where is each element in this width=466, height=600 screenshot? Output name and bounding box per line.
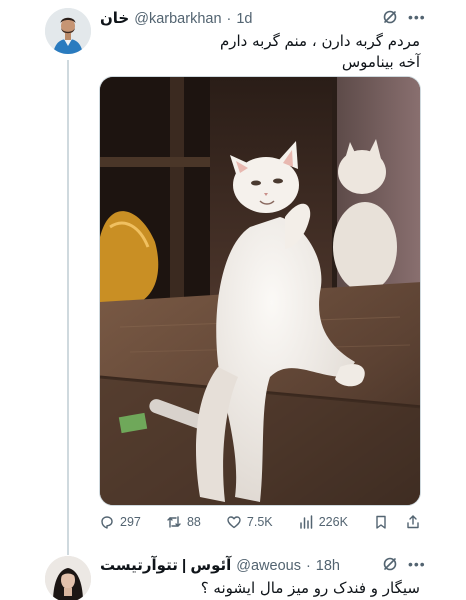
like-count: 7.5K (246, 515, 273, 529)
reply-header-icons: ••• (382, 556, 426, 572)
heart-icon (227, 516, 241, 529)
grok-icon[interactable] (382, 9, 398, 25)
more-icon[interactable]: ••• (408, 557, 426, 571)
bookmark-button[interactable] (373, 514, 389, 530)
reply-button[interactable]: 297 (99, 514, 141, 530)
actions-right-group (373, 514, 421, 530)
grok-icon[interactable] (382, 556, 398, 572)
reply-time[interactable]: 18h (316, 558, 340, 574)
avatar[interactable] (45, 8, 91, 54)
share-icon (407, 515, 419, 529)
separator-dot: · (226, 11, 232, 27)
tweet-media-image[interactable] (99, 76, 421, 506)
reply-icon (101, 516, 113, 529)
author-handle[interactable]: @karbarkhan (134, 11, 221, 27)
views-icon (299, 515, 312, 529)
tweet-header-icons: ••• (382, 9, 426, 25)
reply-author-name[interactable]: آئوس | تتوآرتیست (100, 556, 231, 574)
tweet-time[interactable]: 1d (236, 11, 252, 27)
share-button[interactable] (405, 514, 421, 530)
retweet-button[interactable]: 88 (166, 514, 201, 530)
reply-count: 297 (120, 515, 141, 529)
views-count: 226K (318, 515, 348, 529)
reply-text: سیگار و فندک رو میز مال ایشونه ؟ (200, 579, 420, 597)
like-button[interactable]: 7.5K (226, 514, 273, 530)
avatar[interactable] (45, 556, 91, 600)
tweet-actions-bar: 297 88 7.5K 226K (99, 514, 421, 530)
tweet-text-line: مردم گربه دارن ، منم گربه دارم (219, 32, 420, 50)
views-button[interactable]: 226K (298, 514, 348, 530)
author-name[interactable]: خان (100, 9, 129, 27)
tweet-header: خان @karbarkhan · 1d (100, 9, 253, 27)
tweet-text: مردم گربه دارن ، منم گربه دارم آخه بینام… (90, 31, 420, 73)
retweet-count: 88 (186, 515, 201, 529)
retweet-icon (167, 516, 181, 528)
reply-header: آئوس | تتوآرتیست @aweous · 18h (100, 556, 340, 574)
tweet-text-line: آخه بیناموس (341, 53, 420, 71)
more-icon[interactable]: ••• (408, 10, 426, 24)
separator-dot: · (305, 558, 311, 574)
thread-connector-line (67, 60, 69, 555)
bookmark-icon (376, 515, 386, 529)
reply-author-handle[interactable]: @aweous (236, 558, 301, 574)
